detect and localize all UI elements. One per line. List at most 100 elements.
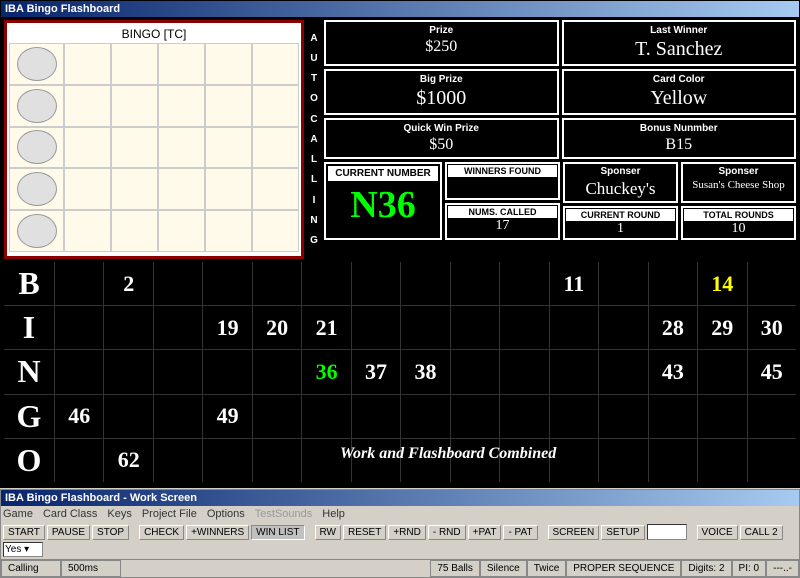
board-number[interactable]	[748, 395, 796, 438]
board-number[interactable]	[451, 306, 499, 349]
setup-input[interactable]	[647, 524, 687, 540]
board-number[interactable]	[649, 439, 697, 482]
toolbar-button[interactable]: WIN LIST	[251, 525, 304, 540]
card-cell[interactable]	[252, 43, 299, 85]
board-number[interactable]	[352, 262, 400, 305]
card-cell[interactable]	[252, 168, 299, 210]
board-number[interactable]	[599, 306, 647, 349]
card-cell[interactable]	[252, 210, 299, 252]
board-number[interactable]	[500, 350, 548, 393]
card-cell[interactable]	[111, 85, 158, 127]
board-number[interactable]	[253, 262, 301, 305]
call-button[interactable]: CALL 2	[740, 525, 783, 540]
board-number[interactable]	[599, 439, 647, 482]
board-number[interactable]: 49	[203, 395, 251, 438]
board-number[interactable]	[352, 306, 400, 349]
board-number[interactable]: 30	[748, 306, 796, 349]
board-number[interactable]: 37	[352, 350, 400, 393]
board-number[interactable]	[451, 350, 499, 393]
board-number[interactable]	[401, 262, 449, 305]
board-number[interactable]	[104, 395, 152, 438]
board-number[interactable]: 62	[104, 439, 152, 482]
board-number[interactable]	[500, 395, 548, 438]
board-number[interactable]: 46	[55, 395, 103, 438]
card-cell[interactable]	[205, 127, 252, 169]
board-number[interactable]	[550, 306, 598, 349]
board-number[interactable]	[154, 262, 202, 305]
board-number[interactable]	[500, 306, 548, 349]
board-number[interactable]	[698, 395, 746, 438]
board-number[interactable]	[401, 395, 449, 438]
card-cell[interactable]	[64, 168, 111, 210]
board-number[interactable]	[550, 439, 598, 482]
board-number[interactable]	[104, 350, 152, 393]
board-number[interactable]	[599, 395, 647, 438]
board-number[interactable]	[401, 306, 449, 349]
menu-item[interactable]: Options	[207, 508, 245, 520]
toolbar-button[interactable]: - RND	[428, 525, 466, 540]
card-cell[interactable]	[111, 127, 158, 169]
menu-item[interactable]: Project File	[142, 508, 197, 520]
menu-item[interactable]: Game	[3, 508, 33, 520]
toolbar-button[interactable]: +WINNERS	[186, 525, 249, 540]
card-cell[interactable]	[158, 168, 205, 210]
toolbar-button[interactable]: +PAT	[468, 525, 502, 540]
board-number[interactable]: 28	[649, 306, 697, 349]
board-number[interactable]	[599, 262, 647, 305]
board-number[interactable]	[550, 395, 598, 438]
toolbar-button[interactable]: SETUP	[601, 525, 644, 540]
toolbar-button[interactable]: +RND	[388, 525, 426, 540]
toolbar-button[interactable]: STOP	[92, 525, 129, 540]
board-number[interactable]	[451, 262, 499, 305]
board-number[interactable]	[698, 350, 746, 393]
board-number[interactable]	[203, 262, 251, 305]
board-number[interactable]	[55, 306, 103, 349]
board-number[interactable]: 20	[253, 306, 301, 349]
board-number[interactable]	[451, 395, 499, 438]
board-number[interactable]	[55, 439, 103, 482]
toolbar-button[interactable]: RW	[315, 525, 341, 540]
card-cell[interactable]	[64, 43, 111, 85]
board-number[interactable]	[253, 350, 301, 393]
card-cell[interactable]	[205, 85, 252, 127]
board-number[interactable]	[698, 439, 746, 482]
call-select[interactable]: Yes ▾	[3, 542, 43, 557]
board-number[interactable]: 21	[302, 306, 350, 349]
menu-item[interactable]: Keys	[107, 508, 131, 520]
board-number[interactable]	[550, 350, 598, 393]
board-number[interactable]: 14	[698, 262, 746, 305]
card-cell[interactable]	[64, 85, 111, 127]
card-cell[interactable]	[111, 43, 158, 85]
card-cell[interactable]	[158, 210, 205, 252]
card-cell[interactable]	[205, 168, 252, 210]
toolbar-button[interactable]: CHECK	[139, 525, 184, 540]
board-number[interactable]	[55, 350, 103, 393]
voice-button[interactable]: VOICE	[697, 525, 738, 540]
board-number[interactable]	[154, 350, 202, 393]
card-cell[interactable]	[158, 43, 205, 85]
board-number[interactable]	[302, 395, 350, 438]
board-number[interactable]	[104, 306, 152, 349]
card-cell[interactable]	[252, 85, 299, 127]
board-number[interactable]: 38	[401, 350, 449, 393]
card-cell[interactable]	[252, 127, 299, 169]
board-number[interactable]	[748, 439, 796, 482]
board-number[interactable]	[649, 395, 697, 438]
card-cell[interactable]	[158, 85, 205, 127]
board-number[interactable]	[154, 439, 202, 482]
board-number[interactable]	[154, 395, 202, 438]
card-cell[interactable]	[111, 210, 158, 252]
board-number[interactable]	[599, 350, 647, 393]
card-cell[interactable]	[205, 43, 252, 85]
board-number[interactable]	[253, 439, 301, 482]
board-number[interactable]: 45	[748, 350, 796, 393]
board-number[interactable]: 11	[550, 262, 598, 305]
card-cell[interactable]	[64, 210, 111, 252]
card-cell[interactable]	[158, 127, 205, 169]
menu-item[interactable]: Help	[322, 508, 345, 520]
board-number[interactable]	[352, 395, 400, 438]
board-number[interactable]	[649, 262, 697, 305]
card-cell[interactable]	[64, 127, 111, 169]
board-number[interactable]	[203, 439, 251, 482]
card-cell[interactable]	[205, 210, 252, 252]
